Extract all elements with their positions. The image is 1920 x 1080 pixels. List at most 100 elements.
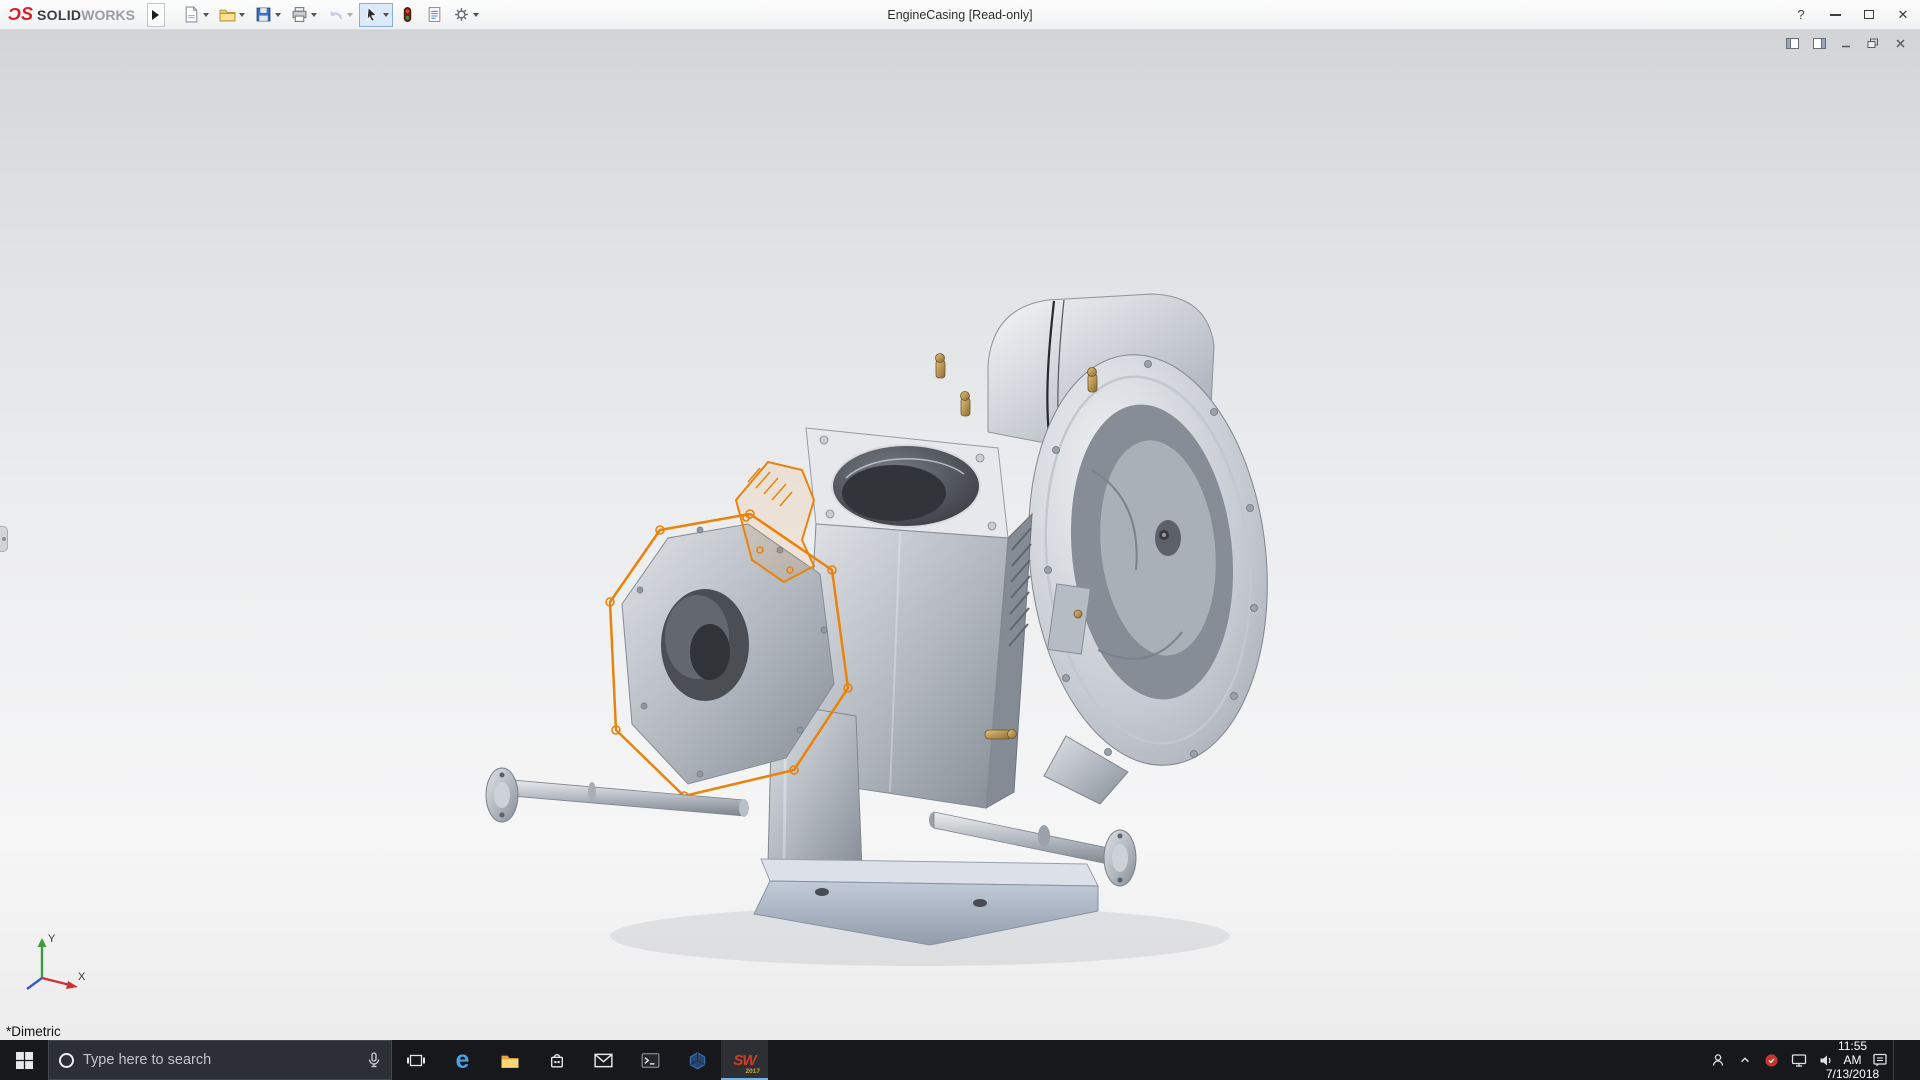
new-document-icon bbox=[185, 6, 198, 23]
y-axis-label: Y bbox=[48, 933, 56, 945]
task-view-button[interactable] bbox=[392, 1040, 439, 1080]
taskbar-terminal-button[interactable] bbox=[627, 1040, 674, 1080]
file-properties-icon bbox=[428, 7, 441, 22]
display-pane-right-icon bbox=[1812, 37, 1826, 49]
gear-icon bbox=[455, 8, 468, 21]
dropdown-caret-icon[interactable] bbox=[202, 12, 209, 17]
taskbar-clock[interactable]: 11:55 AM 7/13/2018 bbox=[1826, 1039, 1879, 1080]
print-button[interactable] bbox=[287, 3, 321, 27]
flyout-arrow-icon bbox=[152, 9, 160, 20]
knob bbox=[1162, 533, 1166, 537]
display-pane-left-button[interactable] bbox=[1782, 35, 1802, 51]
clock-time: 11:55 AM bbox=[1837, 1039, 1868, 1067]
security-shield-icon bbox=[1765, 1053, 1778, 1067]
taskbar-search-box[interactable] bbox=[48, 1040, 392, 1080]
help-icon: ? bbox=[1797, 7, 1805, 22]
document-window-controls bbox=[1782, 35, 1910, 51]
graphics-viewport[interactable]: Y X *Dimetric bbox=[0, 30, 1920, 1040]
cube-app-icon bbox=[689, 1051, 706, 1069]
show-desktop-button[interactable] bbox=[1893, 1040, 1920, 1080]
dropdown-caret-icon[interactable] bbox=[238, 12, 245, 17]
engine-casing-3d-model[interactable] bbox=[0, 30, 1920, 1040]
select-cursor-icon bbox=[366, 6, 377, 22]
file-properties-button[interactable] bbox=[422, 3, 447, 27]
help-button[interactable]: ? bbox=[1784, 0, 1818, 29]
maximize-button[interactable] bbox=[1852, 0, 1886, 29]
file-explorer-icon bbox=[501, 1055, 518, 1068]
rebuild-button[interactable] bbox=[395, 3, 420, 27]
minimize-button[interactable] bbox=[1818, 0, 1852, 29]
taskbar-mail-button[interactable] bbox=[580, 1040, 627, 1080]
save-button[interactable] bbox=[251, 3, 285, 27]
x-axis-label: X bbox=[78, 971, 86, 983]
taskbar-edge-button[interactable]: e bbox=[439, 1040, 486, 1080]
chevron-up-icon bbox=[1740, 1057, 1749, 1063]
rebuild-traffic-light-icon bbox=[403, 7, 412, 22]
volume-icon bbox=[1820, 1055, 1831, 1065]
store-bag-icon bbox=[550, 1053, 563, 1068]
network-icon bbox=[1791, 1053, 1806, 1067]
child-minimize-button[interactable] bbox=[1836, 35, 1856, 51]
quick-access-toolbar bbox=[179, 2, 483, 27]
undo-icon bbox=[330, 10, 342, 19]
window-controls: ? ✕ bbox=[1784, 0, 1920, 29]
child-close-button[interactable] bbox=[1890, 35, 1910, 51]
solidworks-year-label: 2017 bbox=[745, 1068, 760, 1075]
new-document-button[interactable] bbox=[179, 3, 213, 27]
close-icon: ✕ bbox=[1897, 6, 1909, 22]
base-hole bbox=[815, 888, 829, 896]
solidworks-logo: ϽS SOLID WORKS bbox=[0, 4, 147, 25]
dropdown-caret-icon[interactable] bbox=[274, 12, 281, 17]
select-tool-button[interactable] bbox=[358, 2, 393, 27]
task-view-icon bbox=[406, 1054, 425, 1066]
network-tray-button[interactable] bbox=[1785, 1040, 1812, 1080]
logo-text-solid: SOLID bbox=[37, 7, 82, 23]
display-pane-right-button[interactable] bbox=[1809, 35, 1829, 51]
action-center-icon bbox=[1872, 1053, 1887, 1067]
y-axis-arrow-icon bbox=[37, 938, 47, 947]
start-button[interactable] bbox=[0, 1040, 48, 1080]
system-tray: 11:55 AM 7/13/2018 bbox=[1704, 1039, 1920, 1080]
child-restore-button[interactable] bbox=[1863, 35, 1883, 51]
edge-icon: e bbox=[455, 1045, 470, 1074]
save-icon bbox=[256, 7, 271, 22]
base-hole bbox=[973, 899, 987, 907]
taskbar-cube-app-button[interactable] bbox=[674, 1040, 721, 1080]
solidworks-titlebar: ϽS SOLID WORKS EngineCasing [Read-only] … bbox=[0, 0, 1920, 30]
taskbar-solidworks-button[interactable]: SW 2017 bbox=[721, 1040, 768, 1080]
taskbar-spacer bbox=[768, 1040, 1704, 1080]
taskbar-file-explorer-button[interactable] bbox=[486, 1040, 533, 1080]
z-axis-arrow-icon bbox=[26, 977, 43, 990]
options-button[interactable] bbox=[449, 3, 483, 27]
microphone-icon[interactable] bbox=[367, 1052, 381, 1068]
print-icon bbox=[292, 7, 307, 22]
screen: ϽS SOLID WORKS EngineCasing [Read-only] … bbox=[0, 0, 1920, 1080]
panel-flyout-handle[interactable] bbox=[0, 526, 8, 552]
flyout-handle-dot-icon bbox=[2, 537, 6, 541]
cortana-icon bbox=[59, 1052, 74, 1068]
open-button[interactable] bbox=[215, 3, 249, 27]
windows-logo-icon bbox=[15, 1051, 33, 1069]
menu-flyout-button[interactable] bbox=[146, 2, 165, 27]
close-button[interactable]: ✕ bbox=[1886, 0, 1920, 29]
logo-text-works: WORKS bbox=[81, 7, 135, 23]
search-input[interactable] bbox=[83, 1052, 358, 1068]
undo-button[interactable] bbox=[323, 3, 357, 27]
taskbar-store-button[interactable] bbox=[533, 1040, 580, 1080]
show-hidden-icons-button[interactable] bbox=[1731, 1040, 1758, 1080]
child-restore-icon bbox=[1867, 38, 1878, 48]
people-tray-button[interactable] bbox=[1704, 1040, 1731, 1080]
open-folder-icon bbox=[219, 9, 236, 22]
action-center-button[interactable] bbox=[1866, 1040, 1893, 1080]
solidworks-app-icon: SW bbox=[733, 1051, 756, 1069]
security-tray-button[interactable] bbox=[1758, 1040, 1785, 1080]
mail-envelope-icon bbox=[594, 1053, 613, 1067]
minimize-icon bbox=[1829, 13, 1841, 16]
child-close-icon bbox=[1895, 38, 1905, 48]
dropdown-caret-icon[interactable] bbox=[382, 12, 389, 17]
dropdown-caret-icon[interactable] bbox=[472, 12, 479, 17]
people-icon bbox=[1712, 1054, 1723, 1066]
maximize-icon bbox=[1864, 10, 1874, 19]
dropdown-caret-icon[interactable] bbox=[346, 12, 353, 17]
dropdown-caret-icon[interactable] bbox=[310, 12, 317, 17]
